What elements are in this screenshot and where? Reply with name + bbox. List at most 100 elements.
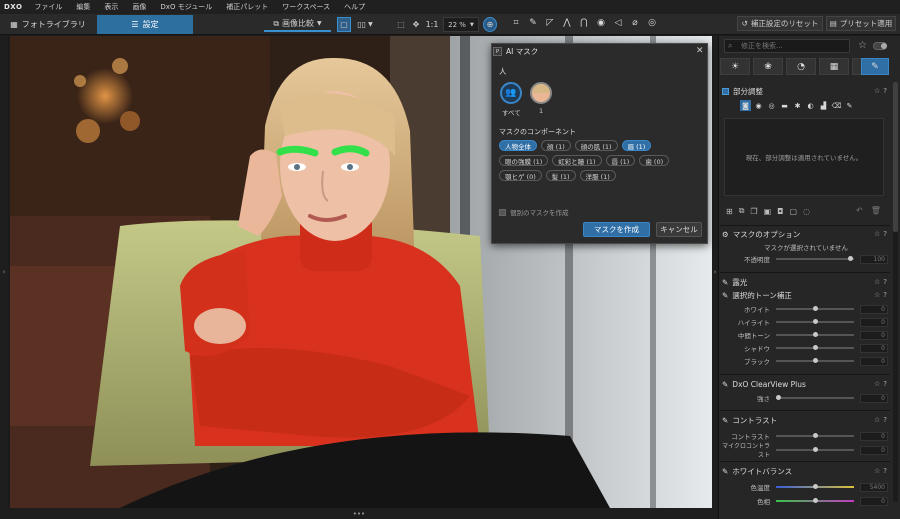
undo-icon[interactable]: ↶: [856, 206, 863, 215]
tone-slider[interactable]: [776, 345, 854, 350]
tone-slider[interactable]: [776, 306, 854, 311]
control-point-icon[interactable]: ◉: [753, 100, 764, 111]
filmstrip-handle[interactable]: •••: [0, 508, 718, 519]
redeye-icon[interactable]: ◉: [595, 17, 607, 29]
opacity-slider[interactable]: [776, 256, 854, 261]
eyedropper-icon[interactable]: ✎: [527, 17, 539, 29]
perspective-icon[interactable]: ◸: [544, 17, 556, 29]
star-icon[interactable]: ☆: [858, 40, 867, 51]
chroma-mask-icon[interactable]: ▟: [818, 100, 829, 111]
volume-deformation-icon[interactable]: ⋂: [578, 17, 590, 29]
mask-view-icon[interactable]: ▢: [789, 207, 797, 216]
tone-value[interactable]: 0: [860, 304, 888, 314]
microcontrast-value[interactable]: 0: [860, 445, 888, 455]
selective-tone-header[interactable]: ✎ 選択的トーン補正 ☆?: [722, 289, 890, 301]
brush-tool-icon[interactable]: ✎: [844, 100, 855, 111]
chip-lips[interactable]: 唇 (1): [605, 155, 636, 166]
slider-knob[interactable]: [813, 358, 818, 363]
scrollbar-thumb[interactable]: [893, 82, 898, 232]
cancel-button[interactable]: キャンセル: [656, 222, 702, 237]
eraser-icon[interactable]: ⌫: [831, 100, 842, 111]
menu-help[interactable]: ヘルプ: [344, 2, 365, 12]
tone-value[interactable]: 0: [860, 330, 888, 340]
separate-mask-option[interactable]: 個別のマスクを作成: [499, 207, 569, 217]
control-line-icon[interactable]: ◎: [766, 100, 777, 111]
tone-slider[interactable]: [776, 332, 854, 337]
crop-icon[interactable]: ⌗: [510, 17, 522, 29]
local-adjust-header[interactable]: 部分調整 ☆?: [722, 85, 890, 97]
contrast-slider[interactable]: [776, 433, 854, 438]
crop-frame-button[interactable]: ⬚: [395, 17, 407, 32]
search-input[interactable]: 修正を検索...: [724, 39, 850, 53]
menu-correction-palette[interactable]: 補正パレット: [226, 2, 268, 12]
tab-settings[interactable]: ☰ 設定: [97, 15, 193, 34]
add-icon[interactable]: ⊞: [726, 207, 733, 216]
zoom-select[interactable]: 22 % ▼: [443, 17, 479, 32]
menu-image[interactable]: 画像: [132, 2, 146, 12]
exposure-header[interactable]: ✎ 露光 ☆?: [722, 276, 890, 288]
split-view-button[interactable]: ▯▯ ▼: [353, 17, 377, 32]
tone-value[interactable]: 0: [860, 317, 888, 327]
tone-value[interactable]: 0: [860, 356, 888, 366]
separate-mask-checkbox[interactable]: [499, 208, 506, 216]
paste-icon[interactable]: ▣: [764, 207, 772, 216]
opacity-value[interactable]: 100: [860, 254, 888, 264]
horizon-icon[interactable]: ⋀: [561, 17, 573, 29]
menu-workspace[interactable]: ワークスペース: [282, 2, 330, 12]
menu-edit[interactable]: 編集: [76, 2, 90, 12]
chip-face[interactable]: 顔 (1): [541, 140, 571, 151]
chip-hair[interactable]: 髪 (1): [545, 170, 576, 181]
person-1-avatar[interactable]: [530, 82, 552, 104]
whitebalance-header[interactable]: ✎ ホワイトバランス ☆?: [722, 465, 890, 477]
chip-eyebrows[interactable]: 眉 (1): [621, 140, 652, 151]
slider-knob[interactable]: [813, 306, 818, 311]
trash-icon[interactable]: 🗑: [871, 206, 881, 215]
apply-preset-button[interactable]: ▤ プリセット適用: [826, 16, 896, 31]
ai-mask-tool-icon[interactable]: ◙: [740, 100, 751, 111]
chip-face-skin[interactable]: 顔の肌 (1): [574, 140, 618, 151]
microcontrast-slider[interactable]: [776, 447, 854, 452]
graduated-filter-icon[interactable]: ▬: [779, 100, 790, 111]
repair-icon[interactable]: ⌀: [629, 17, 641, 29]
person-all-button[interactable]: 👥: [500, 82, 522, 104]
clearview-slider[interactable]: [776, 395, 854, 400]
panel-scrollbar[interactable]: [893, 82, 898, 502]
reset-corrections-button[interactable]: ↺ 補正設定のリセット: [737, 16, 823, 31]
duplicate-icon[interactable]: ⧉: [739, 206, 745, 216]
mask-options-header[interactable]: ⚙ マスクのオプション ☆?: [722, 228, 890, 240]
tone-slider[interactable]: [776, 358, 854, 363]
tab-detail[interactable]: ◔: [786, 58, 816, 75]
shape-icon[interactable]: ◁: [612, 17, 624, 29]
tint-value[interactable]: 0: [860, 496, 888, 506]
tab-photo-library[interactable]: ▦ フォトライブラリ: [0, 15, 96, 34]
chip-sclera[interactable]: 眼の強膜 (1): [499, 155, 549, 166]
pan-button[interactable]: ✥: [410, 17, 422, 32]
chip-whole-person[interactable]: 人物全体: [499, 140, 537, 151]
invert-icon[interactable]: ◘: [777, 207, 783, 216]
visibility-icon[interactable]: ◌: [803, 207, 810, 216]
slider-knob[interactable]: [813, 498, 818, 503]
tone-slider[interactable]: [776, 319, 854, 324]
zoom-in-button[interactable]: ⊕: [483, 17, 497, 32]
menu-dxo-modules[interactable]: DxO モジュール: [160, 2, 212, 12]
clearview-header[interactable]: ✎ DxO ClearView Plus ☆?: [722, 378, 890, 390]
chip-iris-pupil[interactable]: 虹彩と瞳 (1): [552, 155, 602, 166]
slider-knob[interactable]: [813, 345, 818, 350]
temperature-value[interactable]: 5400: [860, 482, 888, 492]
left-panel-handle[interactable]: ›: [0, 36, 8, 508]
temperature-slider[interactable]: [776, 484, 854, 489]
slider-knob[interactable]: [813, 447, 818, 452]
close-icon[interactable]: ✕: [696, 46, 704, 56]
copy-icon[interactable]: ❐: [750, 207, 757, 216]
chip-clothes[interactable]: 洋服 (1): [579, 170, 616, 181]
zoom-100-button[interactable]: 1:1: [425, 17, 439, 32]
chip-teeth[interactable]: 歯 (0): [639, 155, 670, 166]
slider-knob[interactable]: [848, 256, 853, 261]
compare-dropdown[interactable]: ⧉ 画像比較 ▼: [264, 17, 331, 32]
single-view-button[interactable]: ▢: [337, 17, 351, 32]
menu-view[interactable]: 表示: [104, 2, 118, 12]
tint-slider[interactable]: [776, 498, 854, 503]
auto-mask-icon[interactable]: ✱: [792, 100, 803, 111]
slider-knob[interactable]: [813, 332, 818, 337]
eye-icon[interactable]: ◎: [646, 17, 658, 29]
